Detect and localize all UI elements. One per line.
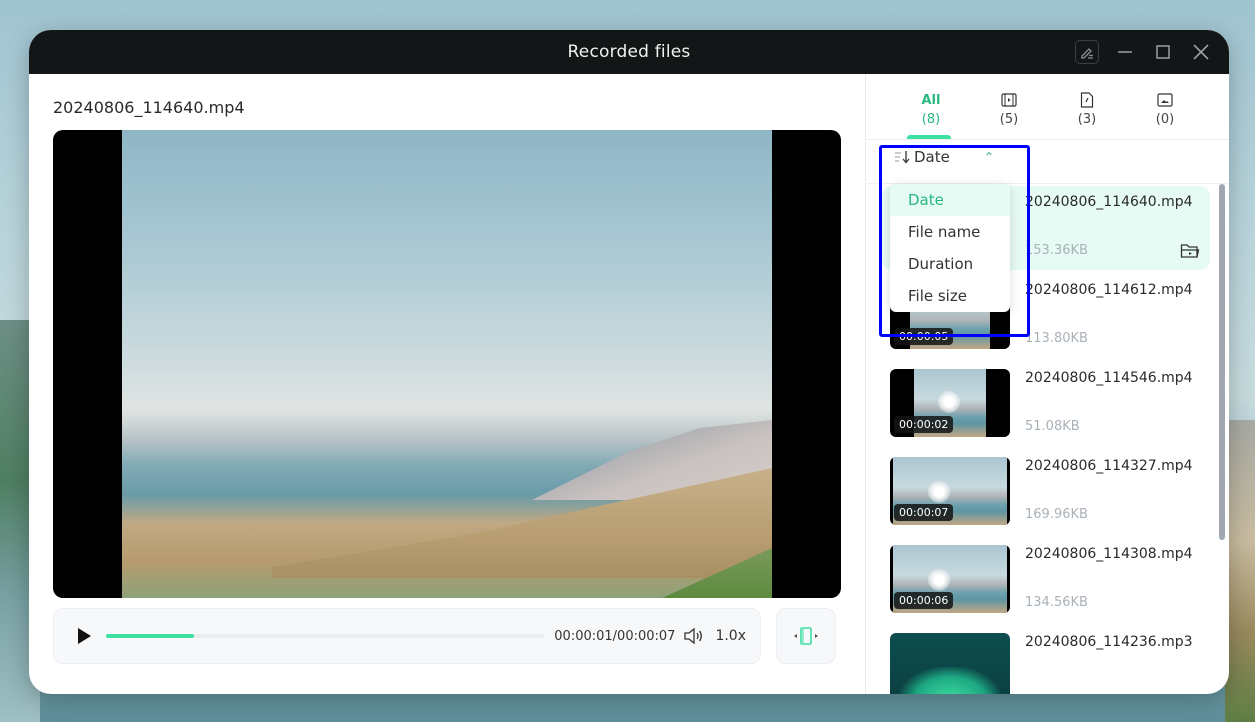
recorded-files-window: Recorded files 20240806_114640.mp4 00:00…: [29, 30, 1229, 694]
file-thumbnail: 00:00:02: [890, 369, 1010, 437]
open-folder-icon[interactable]: [1180, 242, 1200, 260]
audio-thumbnail: [890, 633, 1010, 694]
duration-badge: 00:00:07: [894, 504, 954, 521]
sort-bar: Date ⌃: [866, 140, 1229, 184]
tab-images-count: (0): [1155, 112, 1175, 127]
tab-audio-count: (3): [1077, 112, 1097, 127]
file-list-item[interactable]: 00:00:07 20240806_114327.mp4 169.96KB: [882, 450, 1210, 534]
progress-bar[interactable]: [106, 634, 545, 638]
window-title: Recorded files: [567, 42, 691, 62]
maximize-icon: [1156, 45, 1170, 59]
video-shore: [272, 468, 772, 578]
tab-videos[interactable]: (5): [970, 74, 1048, 139]
volume-button[interactable]: [683, 626, 705, 646]
tab-all-label: All: [921, 92, 941, 108]
sort-option-file-name[interactable]: File name: [890, 216, 1010, 248]
file-size: 153.36KB: [1025, 243, 1088, 258]
tab-all[interactable]: All (8): [892, 74, 970, 139]
file-size: 51.08KB: [1025, 419, 1080, 434]
duration-badge: 00:00:05: [894, 328, 954, 345]
tab-audio[interactable]: (3): [1048, 74, 1126, 139]
file-name: 20240806_114327.mp4: [1025, 458, 1193, 474]
sort-icon: [895, 151, 910, 164]
sort-label: Date: [914, 148, 950, 166]
progress-fill: [106, 634, 194, 638]
file-thumbnail: 00:00:06: [890, 545, 1010, 613]
audio-file-icon: [1080, 92, 1094, 108]
edit-button[interactable]: [1075, 40, 1099, 64]
sort-dropdown[interactable]: Date: [894, 148, 950, 166]
play-icon: [78, 628, 91, 644]
file-name: 20240806_114640.mp4: [1025, 194, 1193, 210]
file-list-scrollbar[interactable]: [1219, 184, 1225, 540]
maximize-button[interactable]: [1151, 40, 1175, 64]
file-size: 134.56KB: [1025, 595, 1088, 610]
tab-videos-count: (5): [999, 112, 1019, 127]
fit-width-icon: [794, 627, 818, 645]
sort-option-file-size[interactable]: File size: [890, 280, 1010, 312]
image-icon: [1157, 93, 1173, 107]
chevron-up-icon[interactable]: ⌃: [984, 150, 994, 164]
title-bar: Recorded files: [29, 30, 1229, 74]
fit-screen-button[interactable]: [776, 608, 836, 664]
video-player[interactable]: [53, 130, 841, 598]
file-list-item[interactable]: 20240806_114236.mp3: [882, 626, 1210, 694]
file-name: 20240806_114546.mp4: [1025, 370, 1193, 386]
player-pane: 20240806_114640.mp4 00:00:01/00:00:07 1.…: [29, 74, 865, 694]
time-display: 00:00:01/00:00:07: [554, 628, 676, 644]
playback-controls: 00:00:01/00:00:07 1.0x: [53, 608, 761, 664]
sort-option-duration[interactable]: Duration: [890, 248, 1010, 280]
file-list-item[interactable]: 00:00:06 20240806_114308.mp4 134.56KB: [882, 538, 1210, 622]
file-name: 20240806_114308.mp4: [1025, 546, 1193, 562]
current-file-title: 20240806_114640.mp4: [53, 98, 245, 117]
duration-badge: 00:00:06: [894, 592, 954, 609]
file-list-item[interactable]: 00:00:02 20240806_114546.mp4 51.08KB: [882, 362, 1210, 446]
tab-images[interactable]: (0): [1126, 74, 1204, 139]
pencil-icon: [1081, 48, 1093, 59]
play-button[interactable]: [74, 626, 94, 646]
desktop-background-right: [1225, 420, 1255, 722]
file-name: 20240806_114612.mp4: [1025, 282, 1193, 298]
minimize-button[interactable]: [1113, 40, 1137, 64]
file-type-tabs: All (8) (5) (3) (0): [866, 74, 1229, 140]
video-icon: [1001, 93, 1017, 107]
waveform-graphic: [900, 667, 1000, 694]
tab-all-count: (8): [921, 112, 941, 127]
file-list-pane: All (8) (5) (3) (0) Date ⌃ 20240806_1146…: [865, 74, 1229, 694]
file-size: 169.96KB: [1025, 507, 1088, 522]
sort-options-menu: Date File name Duration File size: [890, 184, 1010, 312]
window-controls: [1075, 30, 1213, 74]
file-thumbnail: 00:00:07: [890, 457, 1010, 525]
video-frame: [122, 130, 772, 598]
file-size: 113.80KB: [1025, 331, 1088, 346]
volume-icon: [684, 627, 703, 645]
duration-badge: 00:00:02: [894, 416, 954, 433]
minimize-icon: [1118, 51, 1132, 53]
sort-option-date[interactable]: Date: [890, 184, 1010, 216]
close-button[interactable]: [1189, 40, 1213, 64]
file-name: 20240806_114236.mp3: [1025, 634, 1193, 650]
close-icon: [1193, 44, 1209, 60]
playback-speed[interactable]: 1.0x: [715, 628, 746, 644]
